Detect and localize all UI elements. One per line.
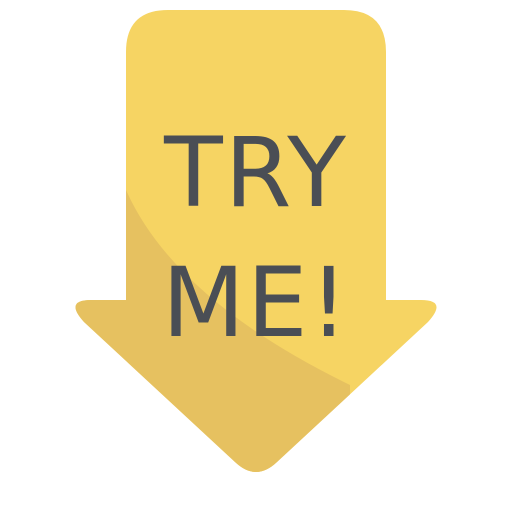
down-arrow-icon: TRY ME!: [75, 10, 437, 472]
sign-text-line2: ME!: [162, 247, 350, 359]
try-me-arrow-graphic: TRY ME!: [0, 0, 512, 512]
sign-text-line1: TRY: [163, 117, 348, 229]
